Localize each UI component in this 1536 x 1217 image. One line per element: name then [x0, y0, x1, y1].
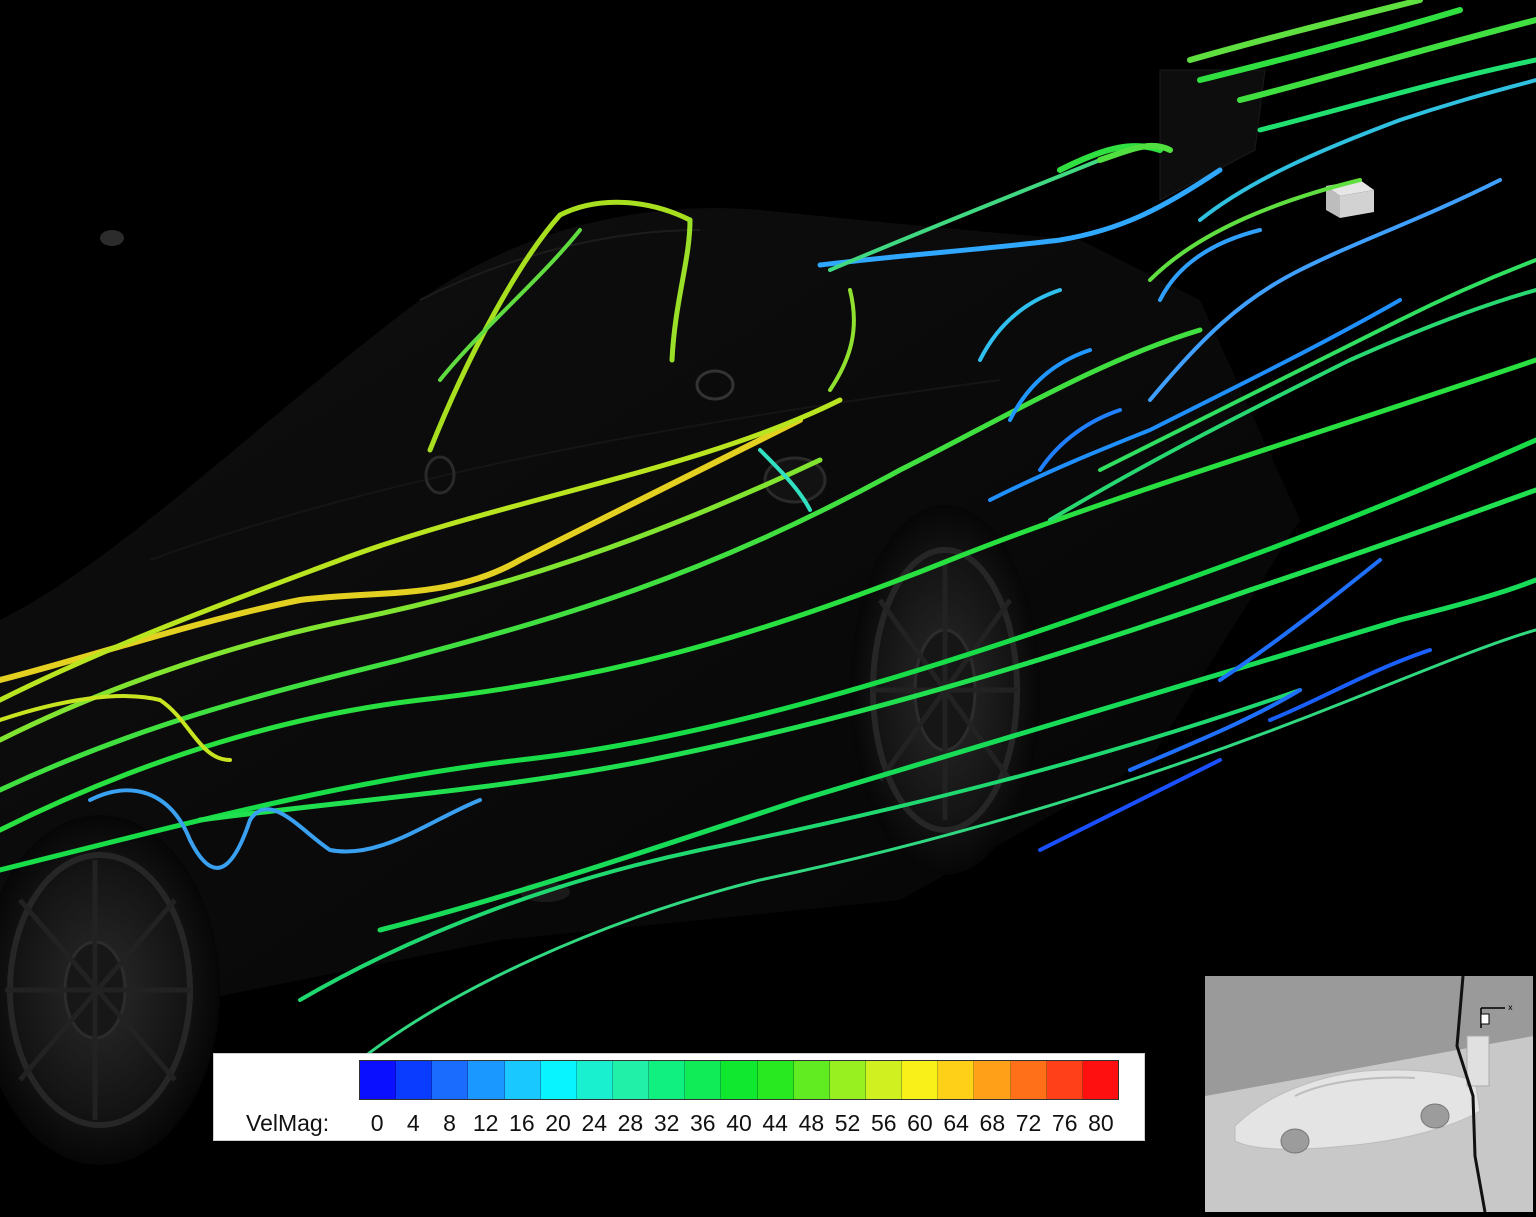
legend-color-cell — [576, 1061, 613, 1099]
legend-color-cell — [396, 1061, 433, 1099]
legend-color-cell — [468, 1061, 505, 1099]
legend-color-bar — [359, 1060, 1119, 1100]
legend-tick-label: 68 — [979, 1110, 1006, 1136]
velocity-color-legend: VelMag: 0 4 8 12 16 20 24 28 32 36 40 44 48 52 56 60 64 6… — [213, 1053, 1145, 1141]
rear-wing-block — [1159, 69, 1266, 201]
legend-color-cell — [432, 1061, 469, 1099]
legend-tick-label: 44 — [762, 1110, 788, 1136]
legend-color-cell — [938, 1061, 975, 1099]
legend-tick-label: 40 — [726, 1110, 752, 1136]
legend-color-cell — [865, 1061, 903, 1099]
legend-color-cell — [793, 1061, 830, 1099]
legend-tick-label: 24 — [581, 1110, 608, 1136]
legend-color-cell — [504, 1061, 541, 1099]
legend-tick-labels: 0 4 8 12 16 20 24 28 32 36 40 44 48 52 56 60 64 68 72 76 80 — [359, 1110, 1119, 1138]
legend-tick-label: 76 — [1051, 1110, 1078, 1136]
legend-tick-label: 8 — [443, 1110, 456, 1136]
legend-tick-label: 20 — [545, 1110, 571, 1136]
legend-color-cell — [1046, 1061, 1083, 1099]
legend-tick-label: 16 — [509, 1110, 535, 1136]
legend-color-cell — [612, 1061, 650, 1099]
legend-tick-label: 72 — [1015, 1110, 1042, 1136]
legend-color-cell — [360, 1061, 397, 1099]
legend-color-cell — [1082, 1061, 1118, 1099]
legend-color-cell — [974, 1061, 1011, 1099]
legend-tick-label: 4 — [406, 1110, 420, 1136]
legend-color-cell — [1010, 1061, 1047, 1099]
streamline — [1268, 648, 1432, 722]
legend-tick-label: 28 — [617, 1110, 644, 1136]
legend-color-cell — [540, 1061, 577, 1099]
legend-tick-label: 60 — [907, 1110, 933, 1136]
legend-tick-label: 12 — [472, 1110, 499, 1136]
legend-tick-label: 80 — [1088, 1110, 1114, 1136]
legend-tick-label: 52 — [834, 1110, 861, 1136]
legend-tick-label: 36 — [690, 1110, 716, 1136]
legend-variable-label: VelMag: — [246, 1110, 330, 1136]
legend-tick-label: 0 — [370, 1110, 384, 1136]
legend-color-cell — [685, 1061, 722, 1099]
legend-color-cell — [649, 1061, 686, 1099]
legend-tick-label: 64 — [943, 1110, 969, 1136]
legend-tick-label: 48 — [798, 1110, 825, 1136]
inset-overview-view: x — [1205, 976, 1533, 1212]
inset-axis-label: x — [1508, 1003, 1513, 1012]
legend-color-cell — [721, 1061, 758, 1099]
legend-color-cell — [902, 1061, 939, 1099]
legend-tick-label: 56 — [870, 1110, 897, 1136]
legend-tick-label: 32 — [653, 1110, 680, 1136]
legend-color-cell — [757, 1061, 794, 1099]
legend-color-cell — [829, 1061, 866, 1099]
